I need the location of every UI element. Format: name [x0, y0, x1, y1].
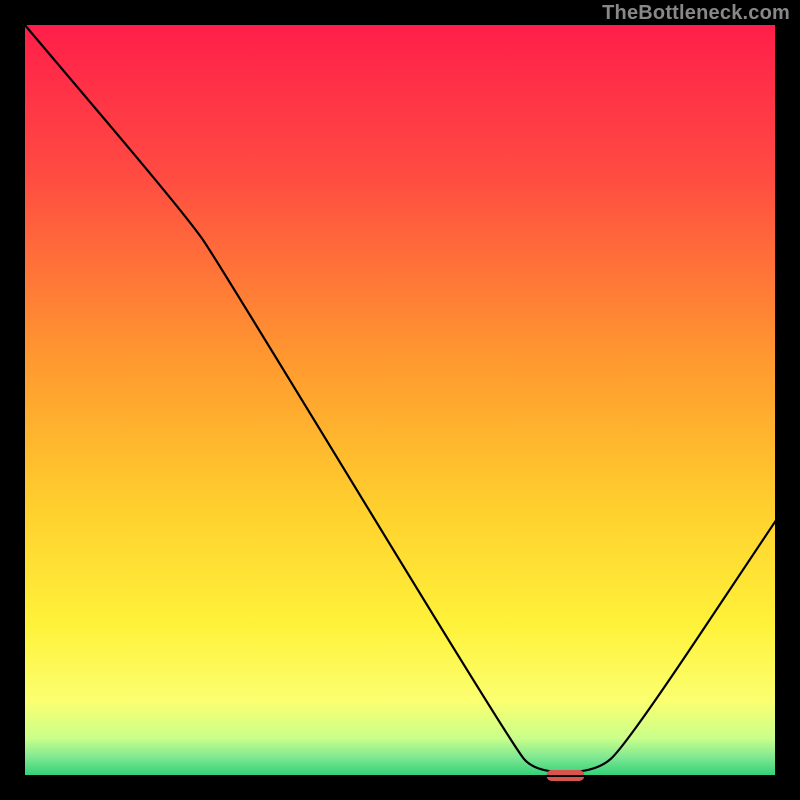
chart-frame: TheBottleneck.com: [0, 0, 800, 800]
bottleneck-chart: [0, 0, 800, 800]
plot-background: [24, 24, 776, 776]
watermark-label: TheBottleneck.com: [602, 2, 790, 25]
